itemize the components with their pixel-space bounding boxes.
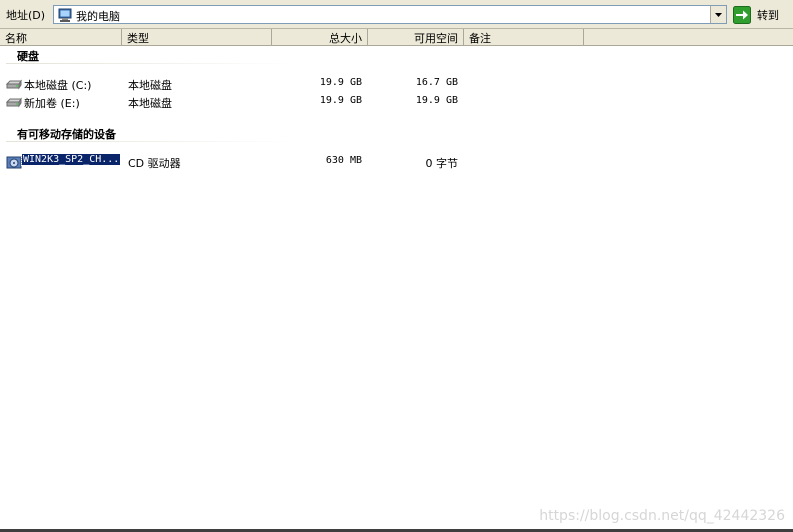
item-total-size: 19.9 GB: [319, 95, 362, 106]
item-type: 本地磁盘: [128, 97, 172, 110]
address-dropdown-button[interactable]: [710, 6, 726, 23]
column-header-remarks[interactable]: 备注: [464, 29, 584, 45]
item-name: 新加卷 (E:): [24, 97, 80, 110]
list-item[interactable]: WIN2K3_SP2_CH... CD 驱动器 630 MB 0 字节: [0, 153, 793, 170]
chevron-down-icon: [715, 12, 722, 17]
address-bar: 地址(D) 我的电脑 转到: [0, 0, 793, 29]
item-free-space: 16.7 GB: [415, 77, 458, 88]
item-total-size: 630 MB: [325, 155, 362, 166]
column-header-name[interactable]: 名称: [0, 29, 122, 45]
column-headers: 名称 类型 总大小 可用空间 备注: [0, 29, 793, 46]
go-button[interactable]: 转到: [733, 5, 779, 24]
cd-drive-icon: [6, 156, 22, 169]
item-type: 本地磁盘: [128, 79, 172, 92]
go-label: 转到: [757, 8, 779, 22]
list-item[interactable]: 本地磁盘 (C:) 本地磁盘 19.9 GB 16.7 GB: [0, 76, 793, 92]
hard-drive-icon: [6, 79, 22, 90]
computer-icon: [58, 8, 72, 22]
address-label: 地址(D): [6, 9, 46, 22]
column-header-type[interactable]: 类型: [122, 29, 272, 45]
item-free-space: 19.9 GB: [415, 95, 458, 106]
item-name: WIN2K3_SP2_CH...: [20, 153, 122, 166]
list-item[interactable]: 新加卷 (E:) 本地磁盘 19.9 GB 19.9 GB: [0, 94, 793, 110]
go-arrow-icon: [733, 5, 751, 24]
group-title-removable-storage: 有可移动存储的设备: [17, 128, 116, 141]
item-free-space: 0 字节: [425, 157, 459, 170]
column-header-free-space[interactable]: 可用空间: [368, 29, 464, 45]
group-divider: [6, 141, 296, 142]
item-total-size: 19.9 GB: [319, 77, 362, 88]
address-combobox[interactable]: 我的电脑: [53, 5, 727, 24]
item-name: 本地磁盘 (C:): [24, 79, 92, 92]
watermark: https://blog.csdn.net/qq_42442326: [539, 508, 785, 524]
column-header-total-size[interactable]: 总大小: [272, 29, 368, 45]
item-type: CD 驱动器: [128, 157, 181, 170]
group-title-hard-disks: 硬盘: [17, 50, 39, 63]
address-value: 我的电脑: [76, 10, 120, 23]
group-divider: [6, 63, 296, 64]
hard-drive-icon: [6, 97, 22, 108]
